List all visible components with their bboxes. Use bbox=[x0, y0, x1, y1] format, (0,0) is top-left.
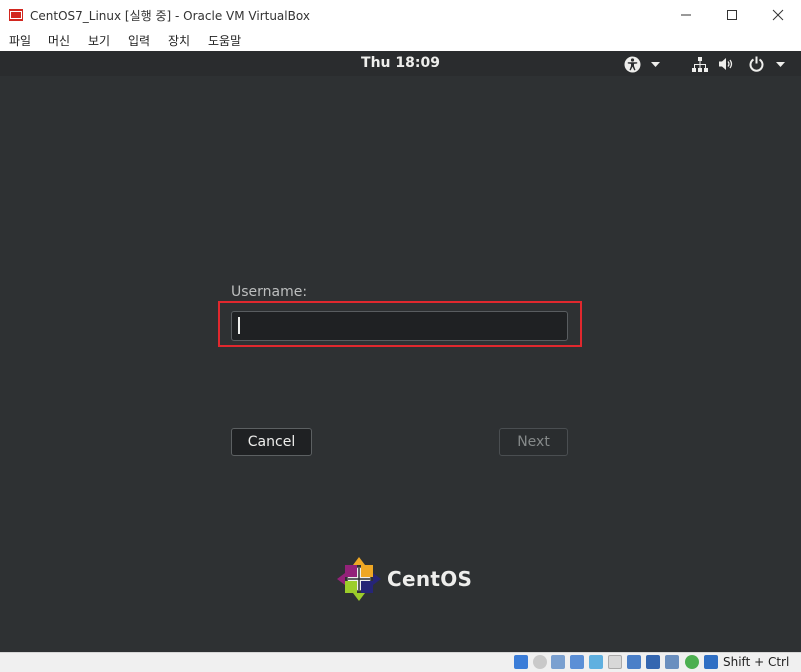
cpu-icon[interactable] bbox=[665, 655, 679, 669]
optical-drive-icon[interactable] bbox=[533, 655, 547, 669]
vm-screen: Thu 18:09 Username: Cancel Next CentOS bbox=[0, 51, 801, 652]
maximize-icon bbox=[727, 10, 737, 20]
audio-icon[interactable] bbox=[551, 655, 565, 669]
maximize-button[interactable] bbox=[709, 0, 755, 30]
hard-disk-icon[interactable] bbox=[514, 655, 528, 669]
next-button[interactable]: Next bbox=[499, 428, 568, 456]
title-bar: CentOS7_Linux [실행 중] - Oracle VM Virtual… bbox=[0, 0, 801, 30]
gnome-top-bar: Thu 18:09 bbox=[0, 51, 801, 76]
accessibility-icon[interactable] bbox=[624, 56, 641, 73]
clock[interactable]: Thu 18:09 bbox=[0, 55, 801, 71]
menu-machine[interactable]: 머신 bbox=[48, 32, 70, 49]
minimize-button[interactable] bbox=[663, 0, 709, 30]
cancel-button[interactable]: Cancel bbox=[231, 428, 312, 456]
download-icon[interactable] bbox=[704, 655, 718, 669]
recording-icon[interactable] bbox=[646, 655, 660, 669]
status-bar: Shift + Ctrl bbox=[0, 652, 801, 672]
close-button[interactable] bbox=[755, 0, 801, 30]
menu-help[interactable]: 도움말 bbox=[208, 32, 241, 49]
host-key-label: Shift + Ctrl bbox=[723, 655, 790, 669]
text-cursor bbox=[238, 317, 240, 334]
centos-logo-text: CentOS bbox=[387, 567, 473, 591]
centos-logo-icon bbox=[337, 557, 381, 601]
network-icon[interactable] bbox=[692, 57, 708, 72]
username-label: Username: bbox=[231, 284, 308, 300]
minimize-icon bbox=[681, 14, 691, 16]
volume-icon[interactable] bbox=[719, 57, 735, 71]
menu-devices[interactable]: 장치 bbox=[168, 32, 190, 49]
chevron-down-icon[interactable] bbox=[776, 62, 785, 67]
menu-view[interactable]: 보기 bbox=[88, 32, 110, 49]
menu-file[interactable]: 파일 bbox=[9, 32, 31, 49]
menu-bar: 파일 머신 보기 입력 장치 도움말 bbox=[0, 30, 801, 51]
usb-icon[interactable] bbox=[589, 655, 603, 669]
chevron-down-icon[interactable] bbox=[651, 62, 660, 67]
username-input[interactable] bbox=[231, 311, 568, 341]
display-icon[interactable] bbox=[627, 655, 641, 669]
mouse-integration-icon[interactable] bbox=[685, 655, 699, 669]
close-icon bbox=[772, 9, 784, 21]
power-icon[interactable] bbox=[749, 56, 764, 72]
virtualbox-icon bbox=[9, 9, 23, 21]
menu-input[interactable]: 입력 bbox=[128, 32, 150, 49]
network-adapter-icon[interactable] bbox=[570, 655, 584, 669]
virtualbox-window: CentOS7_Linux [실행 중] - Oracle VM Virtual… bbox=[0, 0, 801, 672]
shared-folder-icon[interactable] bbox=[608, 655, 622, 669]
window-title: CentOS7_Linux [실행 중] - Oracle VM Virtual… bbox=[30, 9, 310, 23]
